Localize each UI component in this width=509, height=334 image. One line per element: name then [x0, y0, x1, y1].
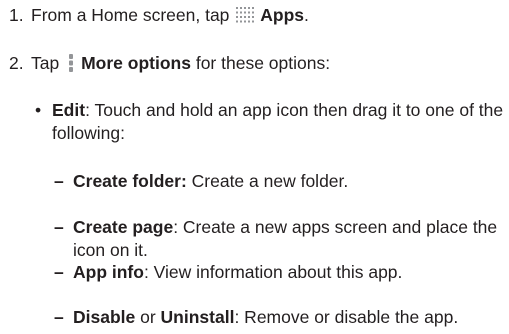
- disable-uninstall-description: : Remove or disable the app.: [234, 307, 459, 327]
- disable-label: Disable: [73, 307, 136, 327]
- instructions-document: 1. From a Home screen, tap Apps. 2. Tap: [0, 0, 509, 334]
- apps-label: Apps: [260, 5, 305, 25]
- step-text: Tap: [31, 53, 60, 73]
- create-folder-description: Create a new folder.: [186, 171, 349, 191]
- edit-description: : Touch and hold an app icon then drag i…: [52, 100, 504, 143]
- dash-marker: –: [54, 171, 64, 191]
- apps-grid-icon: [236, 6, 256, 23]
- more-options-label: More options: [81, 53, 191, 73]
- or-text: or: [135, 307, 161, 327]
- step-1: 1. From a Home screen, tap Apps.: [9, 4, 309, 27]
- create-page-label: Create page: [73, 217, 174, 237]
- dash-marker: –: [54, 262, 64, 282]
- app-info-description: : View information about this app.: [143, 262, 403, 282]
- step-number: 1.: [9, 5, 24, 25]
- step-text-end: .: [304, 5, 309, 25]
- bullet-marker: •: [35, 100, 42, 120]
- dash-marker: –: [54, 307, 64, 327]
- bullet-text: Edit: Touch and hold an app icon then dr…: [52, 99, 507, 145]
- more-options-icon: [67, 53, 75, 73]
- uninstall-label: Uninstall: [160, 307, 235, 327]
- dash-marker: –: [54, 217, 64, 237]
- step-text-end: for these options:: [195, 53, 331, 73]
- step-number: 2.: [9, 53, 24, 73]
- app-info-label: App info: [73, 262, 144, 282]
- create-folder-label: Create folder:: [73, 171, 187, 191]
- step-2: 2. Tap More options for these options:: [9, 52, 330, 75]
- step-text: From a Home screen, tap: [31, 5, 230, 25]
- edit-label: Edit: [52, 100, 86, 120]
